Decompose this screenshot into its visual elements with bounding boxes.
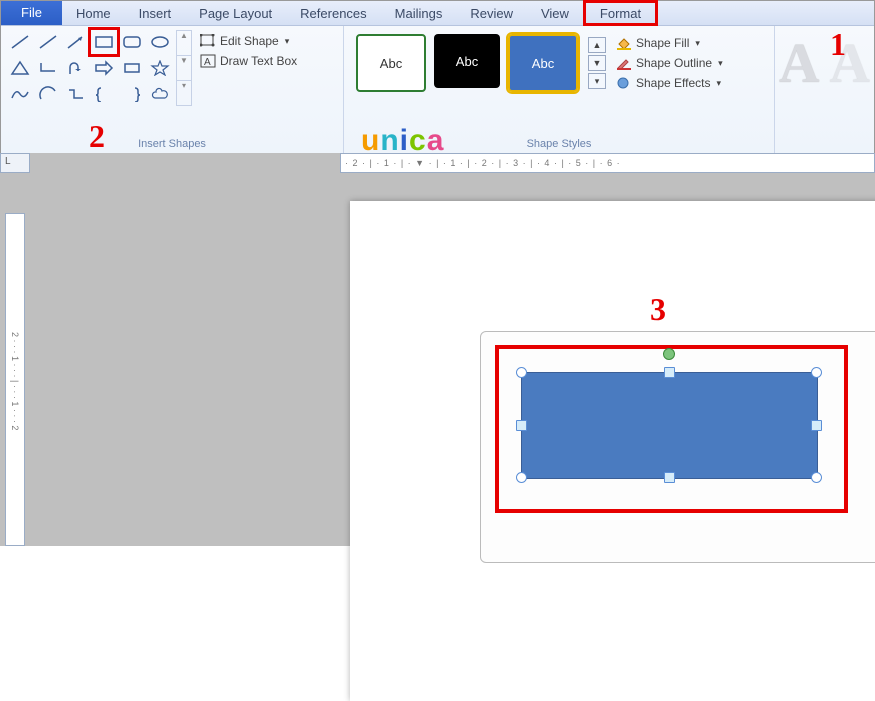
shape-triangle-icon[interactable]	[7, 56, 33, 80]
shape-line-icon[interactable]	[7, 30, 33, 54]
shape-rounded-rect-icon[interactable]	[119, 30, 145, 54]
shape-fill-button[interactable]: Shape Fill▾	[616, 36, 723, 50]
resize-handle-s[interactable]	[664, 472, 675, 483]
svg-text:A: A	[204, 57, 211, 68]
text-box-icon: A	[200, 54, 216, 68]
shape-arrow-icon[interactable]	[63, 30, 89, 54]
resize-handle-e[interactable]	[811, 420, 822, 431]
inserted-rectangle-shape[interactable]	[521, 372, 818, 479]
menu-view[interactable]: View	[527, 1, 583, 25]
edit-shape-button[interactable]: Edit Shape▾	[200, 34, 297, 48]
shape-effects-label: Shape Effects	[636, 76, 711, 90]
shape-fill-label: Shape Fill	[636, 36, 689, 50]
vertical-ruler[interactable]: 2 · · · 1 · · · | · · · 1 · · · 2	[5, 213, 25, 546]
gallery-down-icon[interactable]: ▼	[177, 55, 191, 80]
drawing-canvas[interactable]	[480, 331, 875, 563]
bucket-icon	[616, 36, 632, 50]
rotation-handle-icon[interactable]	[663, 348, 675, 360]
menu-review[interactable]: Review	[456, 1, 527, 25]
styles-down-icon[interactable]: ▼	[588, 55, 606, 71]
menu-references[interactable]: References	[286, 1, 380, 25]
document-page[interactable]: 3	[350, 201, 875, 701]
style-preset-2[interactable]: Abc	[434, 34, 500, 88]
shape-curve-icon[interactable]	[7, 82, 33, 106]
menu-mailings[interactable]: Mailings	[381, 1, 457, 25]
menu-insert[interactable]: Insert	[125, 1, 186, 25]
shape-elbow-icon[interactable]	[35, 56, 61, 80]
pen-icon	[616, 56, 632, 70]
shape-flowchart-icon[interactable]	[119, 56, 145, 80]
shape-ellipse-icon[interactable]	[147, 30, 173, 54]
resize-handle-ne[interactable]	[811, 367, 822, 378]
shape-cloud-icon[interactable]	[147, 82, 173, 106]
shape-block-arrow-icon[interactable]	[91, 56, 117, 80]
menu-home[interactable]: Home	[62, 1, 125, 25]
menu-page-layout[interactable]: Page Layout	[185, 1, 286, 25]
wordart-preview-icon: A	[779, 32, 819, 96]
resize-handle-se[interactable]	[811, 472, 822, 483]
edit-shape-label: Edit Shape	[220, 34, 279, 48]
group-insert-shapes-label: Insert Shapes	[7, 136, 337, 152]
shape-arc-icon[interactable]	[35, 82, 61, 106]
document-workspace: L · 2 · | · 1 · | · ▼ · | · 1 · | · 2 · …	[0, 153, 875, 546]
ruler-corner[interactable]: L	[0, 153, 30, 173]
style-preset-1[interactable]: Abc	[356, 34, 426, 92]
shape-styles-gallery[interactable]: Abc Abc Abc ▲ ▼ ▾	[350, 30, 612, 96]
callout-3: 3	[650, 291, 666, 328]
shape-uturn-icon[interactable]	[63, 56, 89, 80]
draw-text-box-label: Draw Text Box	[220, 54, 297, 68]
shape-line2-icon[interactable]	[35, 30, 61, 54]
resize-handle-nw[interactable]	[516, 367, 527, 378]
ribbon: ▲ ▼ ▾ Edit Shape▾ A Draw Text Box Insert…	[1, 26, 874, 155]
menu-format[interactable]: Format	[583, 0, 658, 26]
menu-bar: File Home Insert Page Layout References …	[1, 1, 874, 26]
gallery-more-icon[interactable]: ▾	[177, 80, 191, 105]
shape-effects-button[interactable]: Shape Effects▾	[616, 76, 723, 90]
callout-1: 1	[830, 26, 846, 63]
resize-handle-w[interactable]	[516, 420, 527, 431]
styles-more-icon[interactable]: ▾	[588, 73, 606, 89]
resize-handle-sw[interactable]	[516, 472, 527, 483]
shape-brace-icon[interactable]	[91, 82, 117, 106]
resize-handle-n[interactable]	[664, 367, 675, 378]
style-preset-3[interactable]: Abc	[508, 34, 578, 92]
effects-icon	[616, 76, 632, 90]
styles-up-icon[interactable]: ▲	[588, 37, 606, 53]
shapes-gallery[interactable]	[7, 30, 173, 106]
shape-rectangle-icon[interactable]	[88, 27, 120, 57]
shape-connector-icon[interactable]	[63, 82, 89, 106]
wordart-styles-group[interactable]: A A	[775, 26, 874, 154]
file-tab[interactable]: File	[1, 1, 62, 25]
draw-text-box-button[interactable]: A Draw Text Box	[200, 54, 297, 68]
shape-brace2-icon[interactable]	[119, 82, 145, 106]
shape-outline-label: Shape Outline	[636, 56, 712, 70]
shape-star-icon[interactable]	[147, 56, 173, 80]
shape-outline-button[interactable]: Shape Outline▾	[616, 56, 723, 70]
callout-2: 2	[89, 118, 105, 155]
gallery-up-icon[interactable]: ▲	[177, 31, 191, 55]
edit-shape-icon	[200, 34, 216, 48]
horizontal-ruler[interactable]: · 2 · | · 1 · | · ▼ · | · 1 · | · 2 · | …	[340, 153, 875, 173]
